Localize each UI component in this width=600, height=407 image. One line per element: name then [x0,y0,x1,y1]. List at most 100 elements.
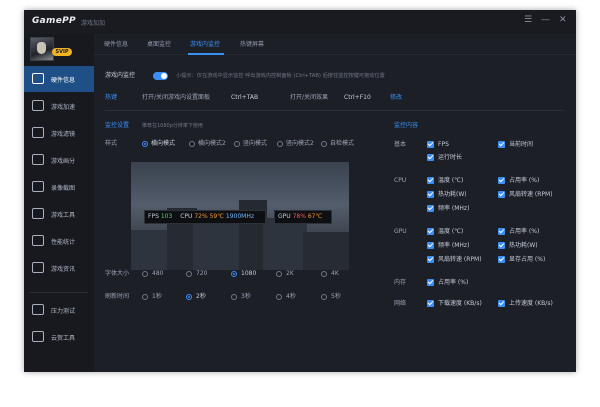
sidebar-item-label: 游戏工具 [51,212,76,219]
avatar[interactable] [30,37,54,61]
osd-fps-value: 103 [160,213,173,220]
checkbox-cpu-temp[interactable] [427,177,434,184]
checkbox-upload-speed[interactable] [498,300,505,307]
monitor-label: 游戏内监控 [105,72,136,79]
open-panel-hotkey[interactable]: Ctrl+TAB [231,94,258,102]
app-window: GamePP 游戏加加 ☰ — ✕ SVIP 硬件信息 游戏加速 游戏滤镜 游戏… [24,10,576,372]
osd-cpu-clock: 1900MHz [225,213,254,220]
style-radio-vertical-2[interactable] [277,141,283,147]
vip-badge: SVIP [52,48,72,56]
toggle-effect-label: 打开/关闭效果 [290,94,329,101]
refresh-option: 4秒 [286,293,296,300]
group-memory-label: 内存 [394,279,407,286]
group-basic-label: 基本 [394,141,407,148]
refresh-radio-5s[interactable] [321,294,327,300]
sidebar-item-tools[interactable]: 游戏工具 [24,201,94,227]
checkbox-gpu-usage[interactable] [498,228,505,235]
checkbox-gpu-power[interactable] [498,242,505,249]
checkbox-label: 频率 (MHz) [438,242,470,249]
font-size-option: 2K [286,270,294,277]
checkbox-cpu-usage[interactable] [498,177,505,184]
checkbox-current-time[interactable] [498,141,505,148]
sidebar-item-score[interactable]: 游戏画分 [24,147,94,173]
checkbox-label: FPS [438,141,449,148]
sidebar-item-stats[interactable]: 性能统计 [24,228,94,254]
checkbox-label: 占用率 (%) [509,177,540,184]
font-size-radio-720[interactable] [186,271,192,277]
refresh-option: 2秒 [196,293,206,300]
style-radio-horizontal-2[interactable] [189,141,195,147]
title-bar: GamePP 游戏加加 ☰ — ✕ [24,10,576,34]
checkbox-label: 风扇转速 (RPM) [509,191,553,198]
style-radio-horizontal[interactable] [142,141,148,147]
checkbox-fps[interactable] [427,141,434,148]
font-size-radio-480[interactable] [142,271,148,277]
group-network-label: 网络 [394,300,407,307]
refresh-option: 5秒 [331,293,341,300]
osd-gpu-usage: 78% [292,213,306,220]
sidebar-item-label: 压力测试 [51,308,76,315]
settings-label: 监控设置 [105,122,130,129]
font-size-radio-4k[interactable] [321,271,327,277]
sidebar-item-capture[interactable]: 录像截图 [24,174,94,200]
refresh-radio-2s[interactable] [186,294,192,300]
sidebar-item-label: 游戏加速 [51,104,76,111]
active-tab-indicator [188,53,224,55]
refresh-radio-3s[interactable] [231,294,237,300]
font-size-option: 4K [331,270,339,277]
checkbox-gpu-vram[interactable] [498,256,505,263]
checkbox-run-time[interactable] [427,154,434,161]
sidebar-item-label: 录像截图 [51,185,76,192]
checkbox-gpu-fan[interactable] [427,256,434,263]
style-option-label: 竖向模式2 [286,140,314,147]
style-option-label: 竖向模式 [243,140,268,147]
stats-icon [32,235,44,246]
font-size-option: 720 [196,270,208,277]
checkbox-label: 上传速度 (KB/s) [509,300,553,307]
sidebar-item-label: 性能统计 [51,239,76,246]
font-size-radio-1080[interactable] [231,271,237,277]
checkbox-cpu-freq[interactable] [427,205,434,212]
monitor-toggle[interactable] [153,72,168,80]
style-radio-custom[interactable] [321,141,327,147]
font-size-label: 字体大小 [105,270,130,277]
sidebar-item-stress[interactable]: 压力测试 [24,297,94,323]
refresh-option: 3秒 [241,293,251,300]
osd-cpu-label: CPU [180,213,193,220]
toggle-effect-hotkey[interactable]: Ctrl+F10 [344,94,371,102]
sidebar-item-filter[interactable]: 游戏滤镜 [24,120,94,146]
tab-hotkey-screen[interactable]: 热键屏幕 [240,39,264,48]
refresh-radio-1s[interactable] [142,294,148,300]
menu-icon[interactable]: ☰ [524,15,532,25]
checkbox-gpu-temp[interactable] [427,228,434,235]
refresh-radio-4s[interactable] [276,294,282,300]
checkbox-label: 运行时长 [438,154,463,161]
checkbox-label: 当前时间 [509,141,534,148]
refresh-label: 刷新时间 [105,293,130,300]
checkbox-label: 热功耗(W) [438,191,467,198]
close-icon[interactable]: ✕ [559,15,567,25]
checkbox-gpu-freq[interactable] [427,242,434,249]
osd-fps-label: FPS [148,213,159,220]
checkbox-download-speed[interactable] [427,300,434,307]
tab-desktop-monitor[interactable]: 桌面监控 [147,39,171,48]
style-radio-vertical[interactable] [234,141,240,147]
refresh-option: 1秒 [152,293,162,300]
tab-ingame-monitor[interactable]: 游戏内监控 [190,39,220,48]
sidebar-item-speedup[interactable]: 游戏加速 [24,93,94,119]
sidebar-item-news[interactable]: 游戏资讯 [24,255,94,281]
checkbox-memory-usage[interactable] [427,279,434,286]
checkbox-cpu-power[interactable] [427,191,434,198]
divider [105,110,565,111]
minimize-icon[interactable]: — [541,15,550,25]
checkbox-cpu-fan[interactable] [498,191,505,198]
osd-gpu-temp: 67℃ [307,213,323,220]
sidebar-item-hardware[interactable]: 硬件信息 [24,66,94,92]
app-subtitle: 游戏加加 [81,20,106,27]
osd-cpu-temp: 59℃ [209,213,224,220]
sidebar-item-cloud[interactable]: 云贺工具 [24,324,94,350]
tab-hardware-info[interactable]: 硬件信息 [104,39,128,48]
checkbox-label: 下载速度 (KB/s) [438,300,482,307]
modify-hotkey-button[interactable]: 修改 [390,94,402,102]
font-size-radio-2k[interactable] [276,271,282,277]
